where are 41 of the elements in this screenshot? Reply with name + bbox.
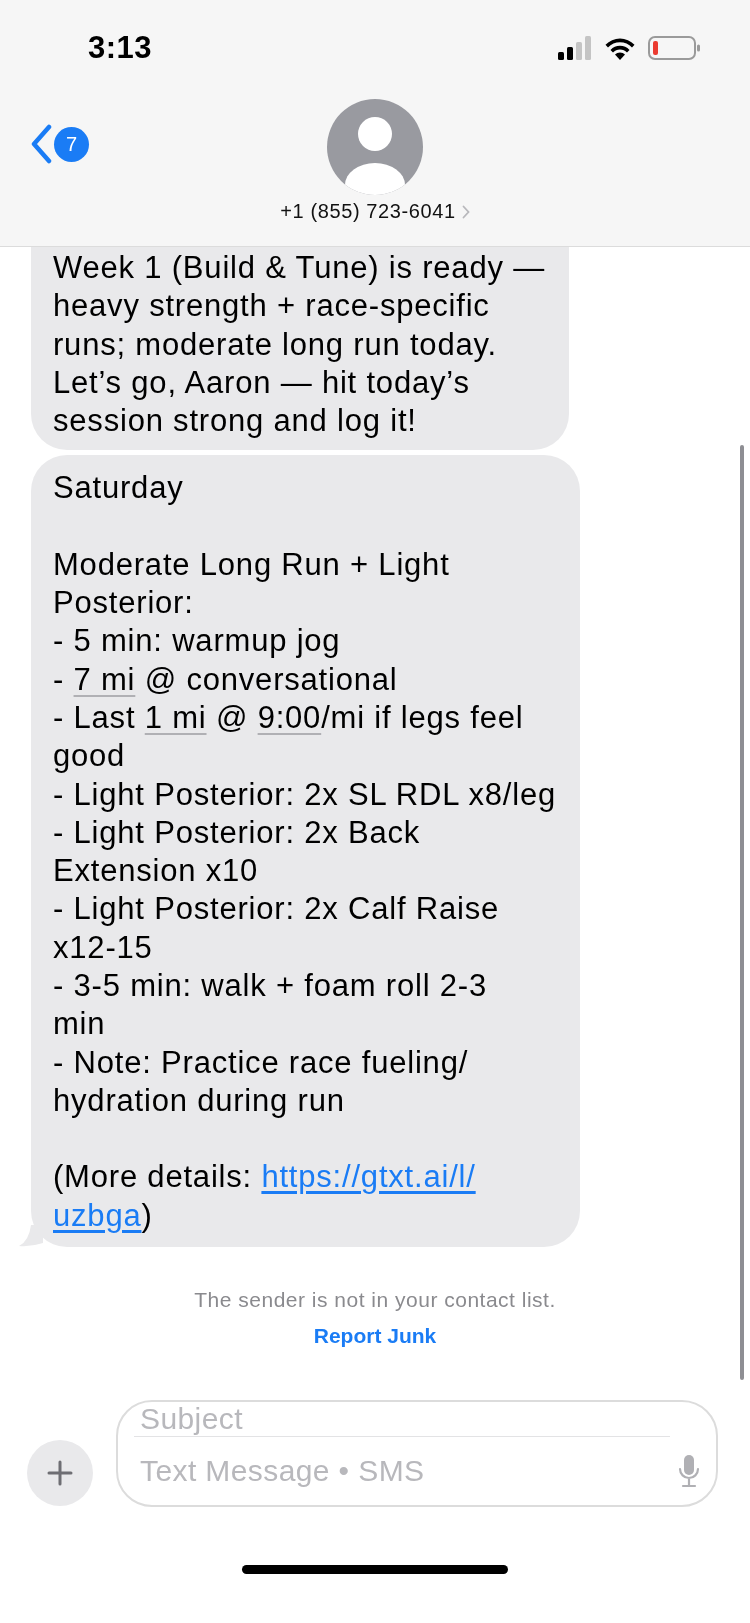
back-chevron-icon [30,124,52,164]
message-text: min [53,1005,107,1044]
message-text: heavy strength + race-specific [53,287,491,326]
link[interactable]: uzbga [53,1197,142,1233]
message-compose-field[interactable]: Subject Text Message • SMS [116,1400,718,1507]
plus-icon [47,1460,73,1486]
message-text: runs; moderate long run today. [53,325,498,364]
unread-badge: 7 [54,126,89,162]
message-text: - Note: Practice race fueling/ [53,1043,470,1082]
subject-field[interactable]: Subject [134,1402,700,1436]
message-text: - 5 min: warmup jog [53,622,342,661]
message-text: - Light Posterior: 2x Calf Raise [53,890,500,929]
message-text: - Light Posterior: 2x Back [53,813,422,852]
message-text: - Light Posterior: 2x SL RDL x8/leg [53,775,556,814]
chevron-right-icon [461,204,470,219]
message-text: Week 1 (Build & Tune) is ready — [53,249,545,287]
message-text: good [53,737,127,776]
message-text: - 7 mi @ conversational [53,660,399,699]
message-text: session strong and log it! [53,402,418,441]
message-text: uzbga) [53,1196,154,1235]
message-text: Moderate Long Run + Light [53,545,451,584]
message-text: x12-15 [53,928,154,967]
message-text: Saturday [53,469,185,508]
message-text: - 3-5 min: walk + foam roll 2-3 [53,967,488,1006]
message-text: Posterior: [53,584,195,623]
avatar-icon [327,99,423,195]
signal-icon [558,36,592,60]
report-junk-link[interactable]: Report Junk [313,1323,437,1348]
wifi-icon [604,36,636,60]
message-text: Let’s go, Aaron — hit today’s [53,363,471,402]
message-text: hydration during run [53,1081,346,1120]
message-text: - Last 1 mi @ 9:00/mi if legs feel [53,698,525,737]
back-button[interactable]: 7 [30,124,89,164]
status-time: 3:13 [88,30,153,66]
message-text: Extension x10 [53,852,260,891]
message-text: (More details: https://gtxt.ai/l/ [53,1158,477,1197]
contact-name[interactable]: +1 (855) 723-6041 [280,200,470,223]
link[interactable]: https://gtxt.ai/l/ [261,1159,476,1195]
battery-icon [648,36,700,60]
message-field[interactable]: Text Message • SMS [134,1437,678,1505]
notice-text: The sender is not in your contact list. [193,1287,557,1312]
